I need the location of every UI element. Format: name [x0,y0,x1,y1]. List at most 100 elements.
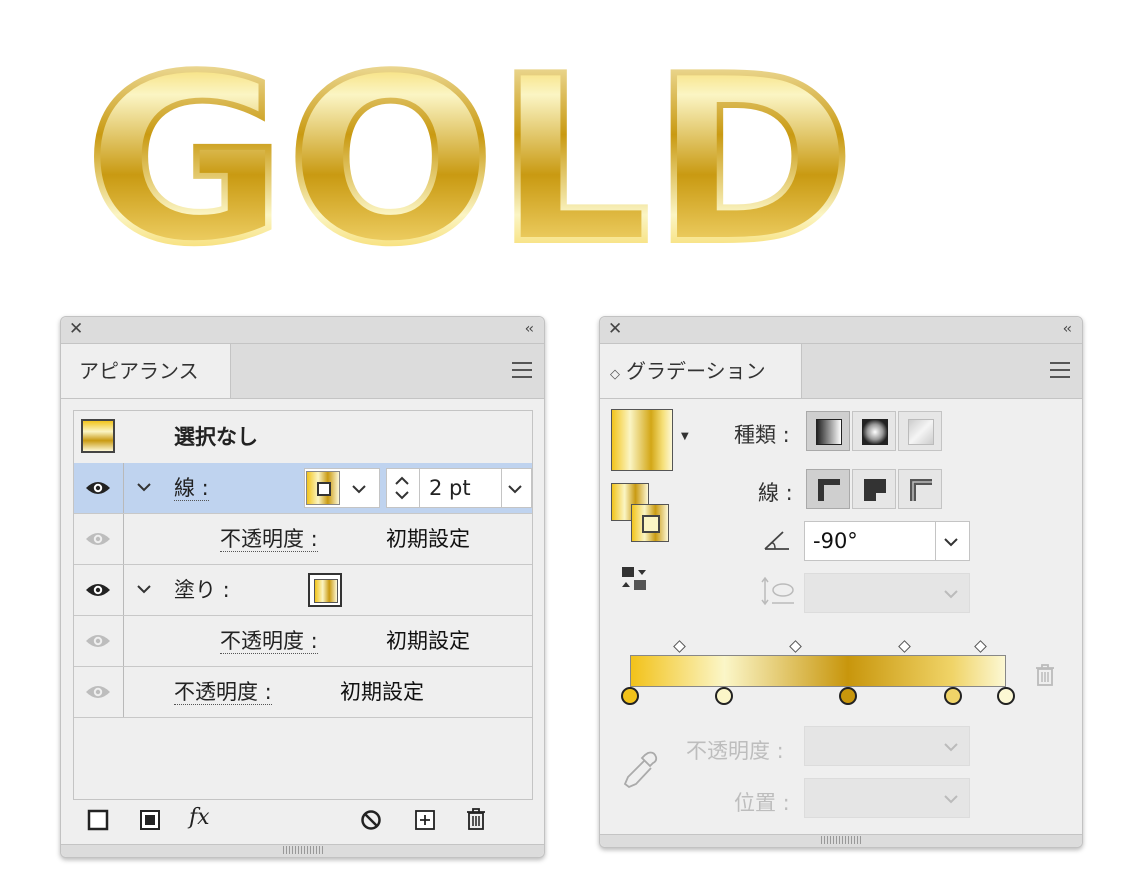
collapse-button[interactable]: ‹‹ [1063,321,1072,337]
object-opacity-visibility-toggle[interactable] [74,667,124,717]
gradient-stop-3[interactable] [839,687,858,705]
stroke-opacity-row[interactable]: 不透明度 : 初期設定 [74,514,532,565]
stroke-within-button[interactable] [806,469,850,509]
stroke-across-icon [910,479,932,501]
fill-opacity-visibility-toggle[interactable] [74,616,124,666]
eye-icon [86,533,110,545]
stroke-opacity-label[interactable]: 不透明度 : [220,514,318,564]
gradient-stop-5[interactable] [997,687,1015,705]
stroke-along-button[interactable] [852,469,896,509]
fill-opacity-row[interactable]: 不透明度 : 初期設定 [74,616,532,667]
stroke-proxy-inner [642,515,660,533]
freeform-gradient-icon [908,419,934,445]
gold-artwork: GOLD [82,40,858,270]
tab-gradient[interactable]: ◇ グラデーション [600,344,802,398]
radial-gradient-icon [862,419,888,445]
stroke-within-icon [818,479,840,501]
tab-options-icon[interactable]: ◇ [610,367,620,382]
gradient-midpoint-2[interactable] [789,640,803,653]
eyedropper-icon[interactable] [620,749,660,791]
panel-tab-row: アピアランス [61,344,544,399]
freeform-gradient-button[interactable] [898,411,942,451]
reverse-gradient-icon[interactable] [620,565,652,593]
stroke-swatch-inner [317,482,331,496]
add-new-fill-icon[interactable] [139,809,161,831]
panel-bottom-bar [61,844,544,857]
gradient-slider[interactable] [630,655,1006,687]
stroke-weight-value[interactable]: 2 pt [429,469,471,507]
delete-stop-icon [1036,664,1054,686]
stroke-opacity-visibility-toggle[interactable] [74,514,124,564]
appearance-panel: ✕ ‹‹ アピアランス 選択なし 線 : 2 pt 不透明度: 初期設定 塗り… [60,316,545,858]
resize-grip[interactable] [282,846,323,854]
linear-gradient-button[interactable] [806,411,850,451]
appearance-list: 選択なし 線 : 2 pt 不透明度: 初期設定 塗り: 不透明度: 初期… [73,410,533,800]
stroke-swatch[interactable] [306,471,340,505]
stroke-label[interactable]: 線 : [174,463,209,513]
gradient-midpoint-3[interactable] [898,640,912,653]
stroke-visibility-toggle[interactable] [74,463,124,513]
selection-thumbnail [81,419,115,453]
add-new-stroke-icon[interactable] [87,809,109,831]
fill-swatch[interactable] [308,573,342,607]
gradient-midpoint-1[interactable] [673,640,686,653]
fill-label[interactable]: 塗り : [174,565,230,615]
object-opacity-row[interactable]: 不透明度 : 初期設定 [74,667,532,718]
position-field [804,778,970,818]
aspect-ratio-icon [761,576,794,606]
close-icon[interactable]: ✕ [608,321,622,338]
stroke-color-dropdown[interactable] [304,468,380,508]
gradient-stop-1[interactable] [621,687,639,705]
gradient-swatch[interactable] [611,409,673,471]
fill-visibility-toggle[interactable] [74,565,124,615]
object-opacity-label-text[interactable]: 不透明度 : [174,680,272,705]
fill-swatch-gradient [314,579,338,603]
opacity-label: 不透明度 : [686,739,784,763]
panel-bottom-bar [600,834,1082,847]
stroke-along-icon [864,479,886,501]
angle-icon [764,531,789,550]
delete-item-icon[interactable] [465,807,487,831]
type-label: 種類 : [734,423,790,447]
chevron-down-icon [944,743,958,752]
close-icon[interactable]: ✕ [69,321,83,338]
angle-value[interactable]: -90° [813,522,858,560]
chevron-down-icon[interactable] [136,479,152,495]
clear-appearance-icon[interactable] [360,809,382,831]
stroke-proxy[interactable] [631,504,669,542]
stroke-opacity-label-text[interactable]: 不透明度 : [220,527,318,552]
eye-icon [86,482,110,494]
chevron-down-icon[interactable] [943,534,959,550]
fill-opacity-label-text[interactable]: 不透明度 : [220,629,318,654]
gradient-stop-2[interactable] [715,687,733,705]
chevron-down-icon [944,795,958,804]
object-opacity-label[interactable]: 不透明度 : [174,667,272,717]
panel-menu-icon[interactable] [1050,362,1070,383]
duplicate-item-icon[interactable] [414,809,436,831]
fill-opacity-label[interactable]: 不透明度 : [220,616,318,666]
gold-text: GOLD [85,40,855,270]
eye-icon [86,584,110,596]
stroke-row[interactable]: 線 : 2 pt [74,463,532,514]
collapse-button[interactable]: ‹‹ [525,321,534,337]
selection-label: 選択なし [174,425,258,449]
stepper-arrows-icon[interactable] [393,473,411,503]
fx-icon[interactable]: fx [189,805,210,830]
eye-icon [86,686,110,698]
radial-gradient-button[interactable] [852,411,896,451]
stroke-weight-stepper[interactable]: 2 pt [386,468,532,508]
tab-appearance[interactable]: アピアランス [61,344,231,398]
stroke-label-text[interactable]: 線 : [174,476,209,501]
gradient-midpoint-4[interactable] [973,640,987,653]
chevron-down-icon[interactable] [507,481,523,497]
tab-gradient-label[interactable]: グラデーション [626,359,766,383]
gradient-stop-4[interactable] [944,687,963,705]
resize-grip[interactable] [821,836,861,844]
panel-menu-icon[interactable] [512,362,532,383]
chevron-down-icon[interactable] [136,581,152,597]
swatch-dropdown-icon[interactable]: ▼ [681,431,689,442]
chevron-down-icon[interactable] [351,481,367,497]
stroke-across-button[interactable] [898,469,942,509]
angle-field[interactable]: -90° [804,521,970,561]
fill-row[interactable]: 塗り : [74,565,532,616]
